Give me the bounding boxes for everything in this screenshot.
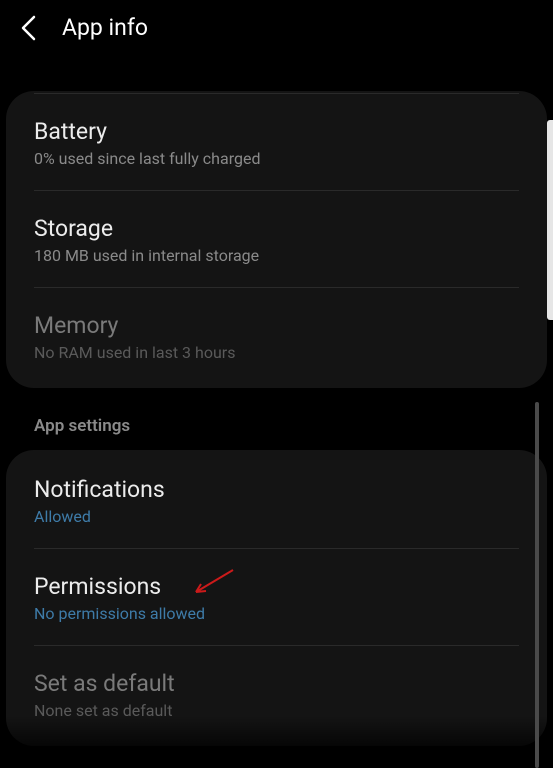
set-default-subtitle: None set as default bbox=[34, 701, 519, 720]
permissions-subtitle: No permissions allowed bbox=[34, 604, 519, 623]
battery-title: Battery bbox=[34, 118, 519, 145]
permissions-item[interactable]: Permissions No permissions allowed bbox=[34, 549, 519, 646]
memory-subtitle: No RAM used in last 3 hours bbox=[34, 343, 519, 362]
memory-title: Memory bbox=[34, 312, 519, 339]
permissions-title: Permissions bbox=[34, 573, 519, 600]
storage-title: Storage bbox=[34, 215, 519, 242]
settings-card: Notifications Allowed Permissions No per… bbox=[6, 450, 547, 746]
scroll-edge-indicator bbox=[547, 120, 553, 320]
memory-item[interactable]: Memory No RAM used in last 3 hours bbox=[34, 288, 519, 388]
battery-subtitle: 0% used since last fully charged bbox=[34, 149, 519, 168]
page-title: App info bbox=[62, 14, 148, 41]
notifications-title: Notifications bbox=[34, 476, 519, 503]
set-default-title: Set as default bbox=[34, 670, 519, 697]
set-default-item[interactable]: Set as default None set as default bbox=[34, 646, 519, 746]
scroll-indicator[interactable] bbox=[535, 402, 539, 768]
usage-card: Battery 0% used since last fully charged… bbox=[6, 91, 547, 388]
storage-subtitle: 180 MB used in internal storage bbox=[34, 246, 519, 265]
section-header: App settings bbox=[0, 388, 553, 450]
storage-item[interactable]: Storage 180 MB used in internal storage bbox=[34, 191, 519, 288]
app-bar: App info bbox=[0, 0, 553, 55]
battery-item[interactable]: Battery 0% used since last fully charged bbox=[34, 94, 519, 191]
notifications-item[interactable]: Notifications Allowed bbox=[34, 452, 519, 549]
notifications-subtitle: Allowed bbox=[34, 507, 519, 526]
back-icon[interactable] bbox=[18, 17, 40, 39]
